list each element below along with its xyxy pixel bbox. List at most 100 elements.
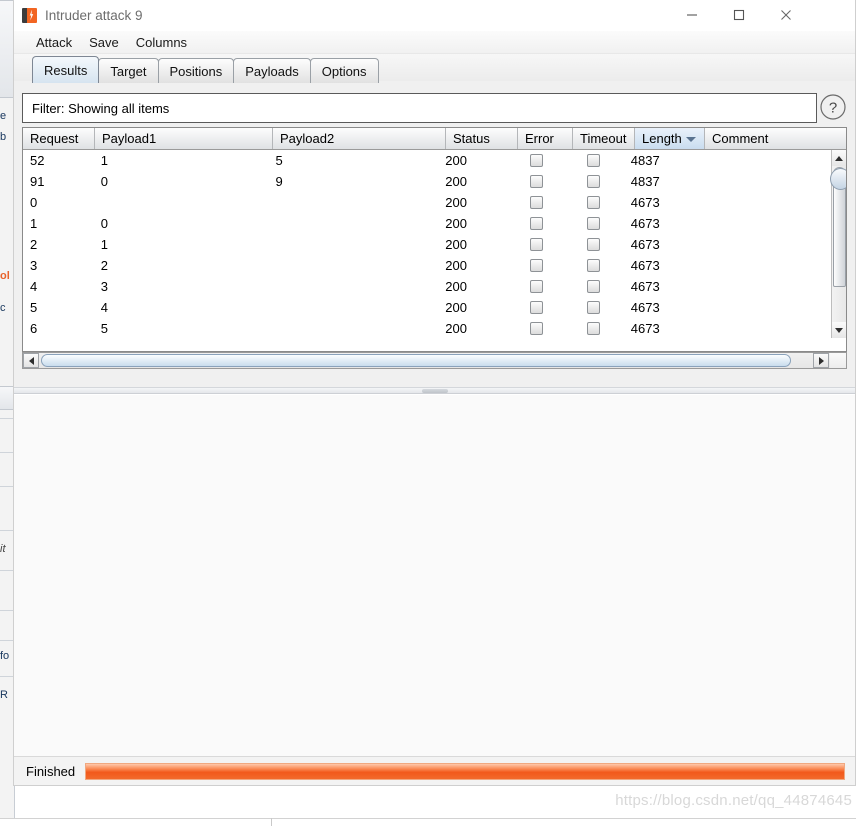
cell-payload2: 5 <box>268 153 438 168</box>
table-row[interactable]: 432004673 <box>23 276 831 297</box>
menu-item-columns[interactable]: Columns <box>134 34 189 51</box>
error-checkbox[interactable] <box>530 217 543 230</box>
timeout-checkbox[interactable] <box>587 238 600 251</box>
cell-error <box>509 238 563 251</box>
error-checkbox[interactable] <box>530 238 543 251</box>
background-text-fragment: c <box>0 302 6 314</box>
title-bar: Intruder attack 9 <box>14 0 855 31</box>
column-header-length[interactable]: Length <box>635 128 705 149</box>
error-checkbox[interactable] <box>530 322 543 335</box>
timeout-checkbox[interactable] <box>587 154 600 167</box>
tab-positions[interactable]: Positions <box>158 58 235 83</box>
close-button[interactable] <box>763 0 809 30</box>
scroll-up-icon[interactable] <box>832 150 846 166</box>
cell-timeout <box>563 154 624 167</box>
table-row[interactable]: 91092004837 <box>23 171 831 192</box>
cell-payload1: 1 <box>94 153 269 168</box>
scroll-left-icon[interactable] <box>23 353 39 368</box>
column-header-payload2[interactable]: Payload2 <box>273 128 446 149</box>
cell-timeout <box>563 175 624 188</box>
column-header-label: Payload2 <box>280 131 334 146</box>
cell-request: 4 <box>23 279 94 294</box>
table-row[interactable]: 322004673 <box>23 255 831 276</box>
table-row[interactable]: 102004673 <box>23 213 831 234</box>
timeout-checkbox[interactable] <box>587 217 600 230</box>
background-text-fragment: R <box>0 689 8 701</box>
background-window-separator <box>271 818 272 826</box>
menu-item-attack[interactable]: Attack <box>34 34 74 51</box>
scroll-right-icon[interactable] <box>813 353 829 368</box>
maximize-button[interactable] <box>716 0 762 30</box>
column-header-label: Status <box>453 131 490 146</box>
timeout-checkbox[interactable] <box>587 196 600 209</box>
tab-bar: Results Target Positions Payloads Option… <box>14 54 855 83</box>
error-checkbox[interactable] <box>530 196 543 209</box>
cell-timeout <box>563 301 624 314</box>
tab-target[interactable]: Target <box>98 58 158 83</box>
cell-payload1: 1 <box>94 237 269 252</box>
table-row[interactable]: 52152004837 <box>23 150 831 171</box>
timeout-checkbox[interactable] <box>587 301 600 314</box>
column-header-request[interactable]: Request <box>23 128 95 149</box>
vertical-scroll-thumb[interactable] <box>833 167 846 287</box>
menu-item-save[interactable]: Save <box>87 34 121 51</box>
filter-bar[interactable]: Filter: Showing all items <box>22 93 817 123</box>
cell-status: 200 <box>438 195 509 210</box>
cell-payload1: 5 <box>94 321 269 336</box>
error-checkbox[interactable] <box>530 154 543 167</box>
cell-status: 200 <box>438 216 509 231</box>
cell-payload1: 4 <box>94 300 269 315</box>
timeout-checkbox[interactable] <box>587 175 600 188</box>
tab-results[interactable]: Results <box>32 56 99 83</box>
table-row[interactable]: 542004673 <box>23 297 831 318</box>
split-pane-divider[interactable] <box>14 387 855 394</box>
background-text-fragment: it <box>0 543 6 555</box>
split-pane-grip[interactable] <box>422 389 448 393</box>
background-divider <box>0 530 13 531</box>
column-header-status[interactable]: Status <box>446 128 518 149</box>
burp-suite-icon <box>22 8 37 23</box>
cell-timeout <box>563 217 624 230</box>
cell-request: 52 <box>23 153 94 168</box>
cell-payload1: 3 <box>94 279 269 294</box>
table-horizontal-scrollbar[interactable] <box>22 352 847 369</box>
error-checkbox[interactable] <box>530 280 543 293</box>
error-checkbox[interactable] <box>530 259 543 272</box>
cell-error <box>509 322 563 335</box>
cell-error <box>509 217 563 230</box>
cell-length: 4673 <box>624 300 693 315</box>
minimize-button[interactable] <box>669 0 715 30</box>
attack-progress-fill <box>86 764 844 779</box>
cell-error <box>509 280 563 293</box>
table-row[interactable]: 02004673 <box>23 192 831 213</box>
timeout-checkbox[interactable] <box>587 280 600 293</box>
table-header-row: Request Payload1 Payload2 Status Error Timeou… <box>23 128 846 150</box>
horizontal-scroll-thumb[interactable] <box>41 354 791 367</box>
timeout-checkbox[interactable] <box>587 259 600 272</box>
cell-payload2: 9 <box>268 174 438 189</box>
window-title: Intruder attack 9 <box>45 8 143 23</box>
tab-options[interactable]: Options <box>310 58 379 83</box>
column-header-label: Timeout <box>580 131 626 146</box>
column-header-label: Comment <box>712 131 768 146</box>
table-row[interactable]: 652004673 <box>23 318 831 338</box>
column-header-label: Payload1 <box>102 131 156 146</box>
column-header-label: Error <box>525 131 554 146</box>
column-header-timeout[interactable]: Timeout <box>573 128 635 149</box>
error-checkbox[interactable] <box>530 175 543 188</box>
error-checkbox[interactable] <box>530 301 543 314</box>
help-icon[interactable]: ? <box>819 93 847 121</box>
cell-timeout <box>563 322 624 335</box>
scroll-down-icon[interactable] <box>832 322 846 338</box>
cell-error <box>509 301 563 314</box>
timeout-checkbox[interactable] <box>587 322 600 335</box>
results-table: Request Payload1 Payload2 Status Error Timeou… <box>22 127 847 352</box>
column-header-comment[interactable]: Comment <box>705 128 846 149</box>
table-row[interactable]: 212004673 <box>23 234 831 255</box>
column-header-error[interactable]: Error <box>518 128 573 149</box>
cell-length: 4673 <box>624 216 693 231</box>
table-vertical-scrollbar[interactable] <box>831 150 846 338</box>
column-header-payload1[interactable]: Payload1 <box>95 128 273 149</box>
tab-payloads[interactable]: Payloads <box>233 58 310 83</box>
background-divider <box>0 486 13 487</box>
